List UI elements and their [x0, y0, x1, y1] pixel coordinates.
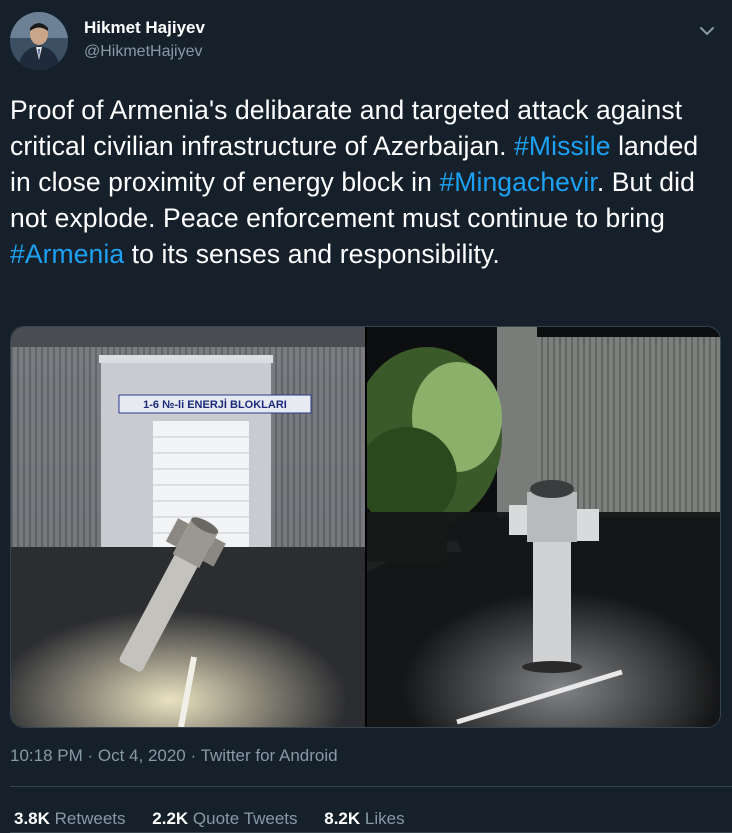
- hashtag-link[interactable]: #Armenia: [10, 239, 124, 269]
- quote-tweets-label: Quote Tweets: [192, 809, 298, 828]
- tweet-time[interactable]: 10:18 PM: [10, 746, 83, 765]
- tweet-header: Hikmet Hajiyev @HikmetHajiyev: [10, 10, 722, 72]
- media-grid[interactable]: 1-6 №-li ENERJİ BLOKLARI: [10, 326, 721, 728]
- photo-missile-night[interactable]: [352, 327, 720, 727]
- tweet-text-segment: to its senses and responsibility.: [124, 239, 500, 269]
- avatar[interactable]: [10, 12, 68, 70]
- meta-separator: ·: [82, 746, 98, 765]
- tweet-meta: 10:18 PM · Oct 4, 2020 · Twitter for And…: [10, 746, 338, 766]
- likes-label: Likes: [364, 809, 405, 828]
- retweets-stat[interactable]: 3.8K Retweets: [14, 809, 126, 829]
- tweet-text: Proof of Armenia's delibarate and target…: [10, 92, 720, 272]
- hashtag-link[interactable]: #Mingachevir: [439, 167, 596, 197]
- chevron-down-icon[interactable]: [696, 20, 718, 42]
- quote-tweets-stat[interactable]: 2.2K Quote Tweets: [152, 809, 297, 829]
- energy-block-sign: 1-6 №-li ENERJİ BLOKLARI: [143, 398, 287, 411]
- photo-energy-block[interactable]: 1-6 №-li ENERJİ BLOKLARI: [11, 327, 365, 727]
- author-name[interactable]: Hikmet Hajiyev: [84, 18, 205, 38]
- retweets-count: 3.8K: [14, 809, 50, 828]
- hashtag-link[interactable]: #Missile: [514, 131, 611, 161]
- likes-stat[interactable]: 8.2K Likes: [324, 809, 404, 829]
- tweet-stats: 3.8K Retweets 2.2K Quote Tweets 8.2K Lik…: [14, 809, 427, 829]
- retweets-label: Retweets: [54, 809, 126, 828]
- divider: [10, 786, 732, 787]
- quote-tweets-count: 2.2K: [152, 809, 189, 828]
- author-handle[interactable]: @HikmetHajiyev: [84, 43, 202, 61]
- tweet-date[interactable]: Oct 4, 2020: [98, 746, 186, 765]
- likes-count: 8.2K: [324, 809, 361, 828]
- tweet-source[interactable]: Twitter for Android: [201, 746, 338, 765]
- meta-separator: ·: [185, 746, 201, 765]
